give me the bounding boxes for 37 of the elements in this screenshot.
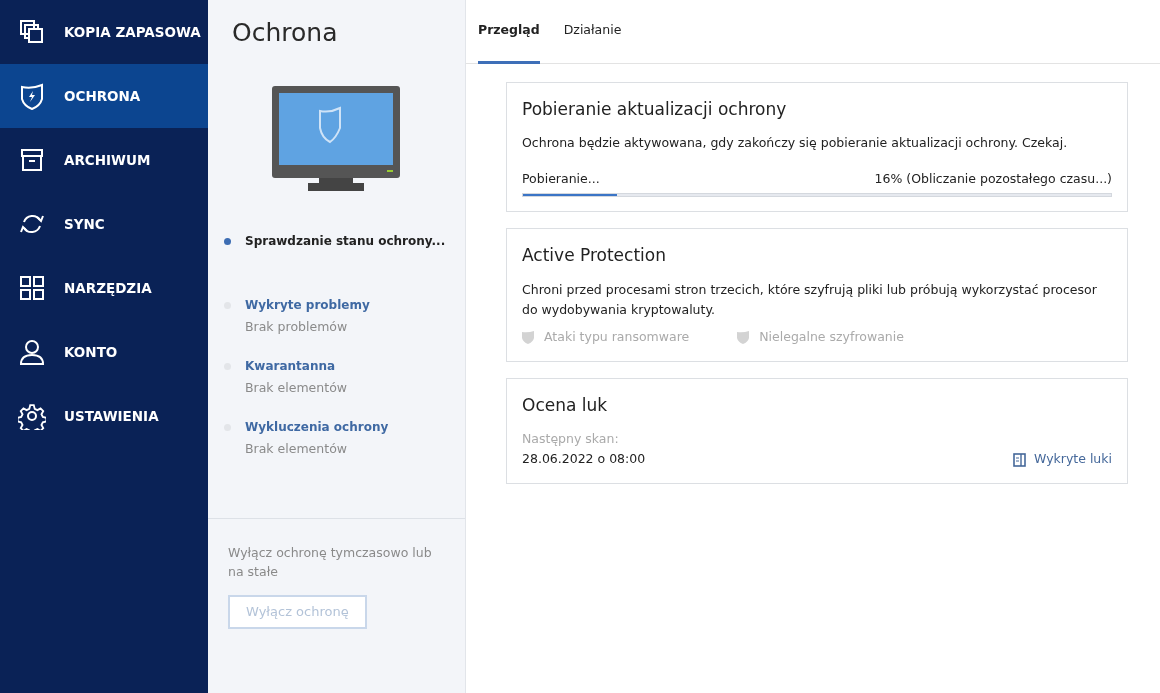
- archive-icon: [18, 146, 46, 174]
- feature-label: Ataki typu ransomware: [544, 327, 690, 346]
- status-link[interactable]: Kwarantanna: [245, 356, 347, 375]
- disable-hint: Wyłącz ochronę tymczasowo lub na stałe: [228, 544, 433, 582]
- progress-reading: 16% (Obliczanie pozostałego czasu...): [874, 170, 1112, 189]
- vulnerabilities-link[interactable]: Wykryte luki: [1013, 450, 1112, 469]
- gear-icon: [18, 402, 46, 430]
- copies-icon: [18, 18, 46, 46]
- person-icon: [18, 338, 46, 366]
- document-icon: [1013, 452, 1026, 467]
- shield-icon: [18, 82, 46, 110]
- card-title: Pobieranie aktualizacji ochrony: [522, 99, 788, 120]
- progress-label: Pobieranie...: [522, 170, 600, 189]
- grid-icon: [18, 274, 46, 302]
- status-link[interactable]: Wykluczenia ochrony: [245, 417, 389, 436]
- sidebar-item[interactable]: KONTO: [0, 320, 208, 384]
- status-detail: Brak problemów: [245, 318, 349, 336]
- schedule-label: Następny skan:: [522, 429, 620, 448]
- tab[interactable]: Działanie: [563, 0, 622, 64]
- card-description: Ochrona będzie aktywowana, gdy zakończy się pobieranie aktualizacji ochrony. Czekaj.: [522, 134, 1069, 153]
- sidebar-item[interactable]: SYNC: [0, 192, 208, 256]
- status-detail: Brak elementów: [245, 439, 348, 458]
- card-title: Ocena luk: [522, 394, 609, 415]
- sidebar-item[interactable]: NARZĘDZIA: [0, 256, 208, 320]
- panel-title: Ochrona: [231, 17, 339, 48]
- tab[interactable]: Przegląd: [478, 0, 540, 64]
- sidebar-item[interactable]: USTAWIENIA: [0, 384, 208, 448]
- status-detail: Brak elementów: [245, 378, 347, 397]
- schedule-value: 28.06.2022 o 08:00: [522, 449, 646, 468]
- sidebar-item[interactable]: ARCHIWUM: [0, 128, 208, 192]
- feature-label: Nielegalne szyfrowanie: [759, 327, 904, 346]
- sidebar-item[interactable]: KOPIA ZAPASOWA: [0, 0, 208, 64]
- sidebar-item[interactable]: OCHRONA: [0, 64, 208, 128]
- card-description: Chroni przed procesami stron trzecich, które szyfrują pliki lub próbują wykorzystać procesor do wydobywania kryptowaluty.: [522, 280, 1098, 319]
- status-link[interactable]: Wykryte problemy: [245, 296, 370, 314]
- card-title: Active Protection: [522, 245, 667, 266]
- status-text: Sprawdzanie stanu ochrony...: [245, 233, 446, 250]
